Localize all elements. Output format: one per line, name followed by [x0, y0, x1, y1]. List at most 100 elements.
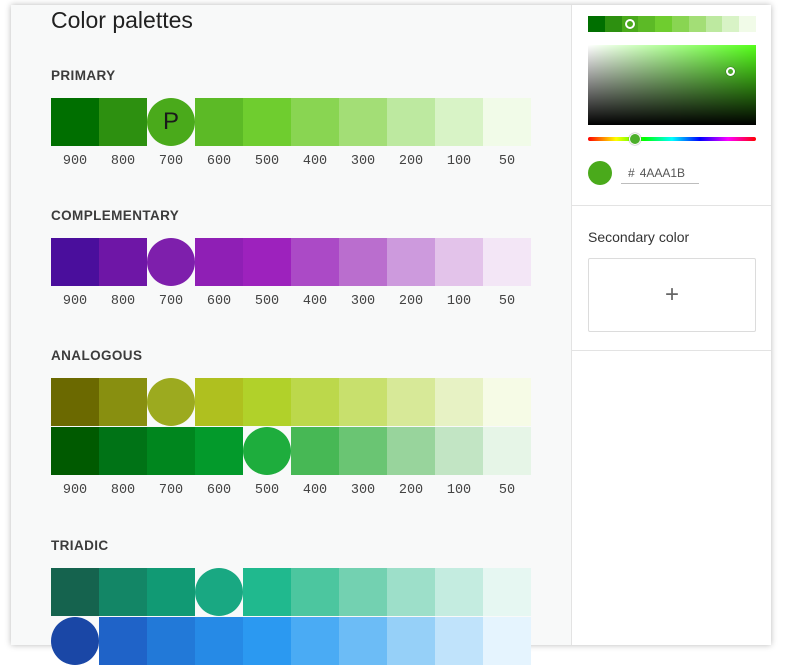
panel-divider [572, 350, 771, 351]
swatch[interactable] [99, 568, 147, 616]
tone-swatch[interactable] [638, 16, 656, 32]
swatch[interactable] [99, 378, 147, 426]
swatch[interactable] [195, 617, 243, 665]
swatch[interactable] [51, 378, 99, 426]
swatch[interactable] [243, 617, 291, 665]
swatch[interactable] [339, 238, 387, 286]
swatch[interactable] [291, 238, 339, 286]
saturation-value-picker[interactable] [588, 45, 756, 125]
saturation-knob[interactable] [726, 67, 735, 76]
swatch[interactable] [51, 98, 99, 146]
swatch[interactable] [339, 378, 387, 426]
tone-swatch[interactable] [705, 16, 723, 32]
tone-swatch[interactable] [722, 16, 740, 32]
swatch[interactable] [435, 617, 483, 665]
swatch[interactable] [387, 617, 435, 665]
swatch[interactable] [339, 568, 387, 616]
swatch[interactable] [291, 378, 339, 426]
swatch[interactable] [339, 98, 387, 146]
hex-input[interactable]: # 4AAA1B [621, 163, 699, 184]
swatch[interactable] [243, 378, 291, 426]
swatch[interactable] [99, 617, 147, 665]
swatch[interactable] [435, 427, 483, 475]
swatch[interactable] [435, 568, 483, 616]
hex-prefix: # [628, 166, 635, 180]
swatch[interactable] [483, 378, 531, 426]
swatch[interactable] [387, 238, 435, 286]
swatch[interactable] [99, 98, 147, 146]
shade-label: 200 [398, 483, 424, 498]
tone-swatch[interactable] [671, 16, 689, 32]
palettes-panel: Color palettes PRIMARY P 900 800 700 600 500 40… [11, 5, 572, 665]
panel-divider [572, 205, 771, 206]
swatch[interactable] [483, 238, 531, 286]
swatch[interactable] [51, 568, 99, 616]
shade-label: 900 [62, 154, 88, 169]
swatch-selected[interactable] [147, 238, 195, 286]
swatch[interactable] [147, 617, 195, 665]
swatch-selected[interactable] [51, 617, 99, 665]
shade-label: 800 [110, 483, 136, 498]
swatch[interactable] [99, 427, 147, 475]
shade-label: 400 [302, 483, 328, 498]
hue-slider[interactable] [588, 137, 756, 141]
swatch[interactable] [99, 238, 147, 286]
shade-label: 50 [498, 294, 516, 309]
swatch[interactable] [243, 98, 291, 146]
swatch[interactable] [195, 98, 243, 146]
swatch[interactable] [243, 238, 291, 286]
swatch[interactable] [387, 568, 435, 616]
swatch[interactable] [483, 617, 531, 665]
shade-label: 100 [446, 483, 472, 498]
swatch-selected[interactable] [147, 378, 195, 426]
section-title: TRIADIC [51, 538, 109, 553]
shade-label: 600 [206, 154, 232, 169]
swatch[interactable] [147, 568, 195, 616]
shade-label: 800 [110, 294, 136, 309]
swatch[interactable] [435, 378, 483, 426]
swatch[interactable] [291, 98, 339, 146]
tone-swatch[interactable] [621, 16, 639, 32]
swatch[interactable] [51, 427, 99, 475]
swatch[interactable] [195, 238, 243, 286]
tone-swatch[interactable] [655, 16, 672, 32]
swatch[interactable] [195, 378, 243, 426]
swatch[interactable] [483, 98, 531, 146]
section-title: PRIMARY [51, 68, 116, 83]
shade-label: 400 [302, 154, 328, 169]
add-secondary-color-button[interactable]: + [588, 258, 756, 332]
shade-label: 500 [254, 154, 280, 169]
swatch-selected[interactable]: P [147, 98, 195, 146]
tone-swatch[interactable] [588, 16, 605, 32]
swatch[interactable] [243, 568, 291, 616]
swatch-selected[interactable] [243, 427, 291, 475]
swatch[interactable] [435, 238, 483, 286]
swatch[interactable] [435, 98, 483, 146]
swatch[interactable] [51, 238, 99, 286]
swatch[interactable] [339, 617, 387, 665]
swatch[interactable] [387, 427, 435, 475]
swatch[interactable] [147, 427, 195, 475]
swatch[interactable] [291, 568, 339, 616]
swatch[interactable] [291, 427, 339, 475]
swatch[interactable] [483, 568, 531, 616]
tone-swatch[interactable] [604, 16, 622, 32]
swatch[interactable] [387, 378, 435, 426]
shade-label: 900 [62, 294, 88, 309]
shade-label: 300 [350, 154, 376, 169]
swatch[interactable] [387, 98, 435, 146]
tone-swatch[interactable] [688, 16, 706, 32]
tone-swatch[interactable] [739, 16, 756, 32]
tone-strip[interactable] [588, 16, 756, 32]
shade-label: 900 [62, 483, 88, 498]
swatch-row [51, 427, 533, 475]
swatch[interactable] [291, 617, 339, 665]
shade-labels: 900 800 700 600 500 400 300 200 100 50 [51, 482, 533, 500]
swatch[interactable] [339, 427, 387, 475]
swatch[interactable] [483, 427, 531, 475]
swatch-selected[interactable] [195, 568, 243, 616]
hue-slider-knob[interactable] [629, 133, 641, 145]
plus-icon: + [664, 281, 679, 308]
swatch[interactable] [195, 427, 243, 475]
tone-selector-knob[interactable] [624, 19, 635, 29]
